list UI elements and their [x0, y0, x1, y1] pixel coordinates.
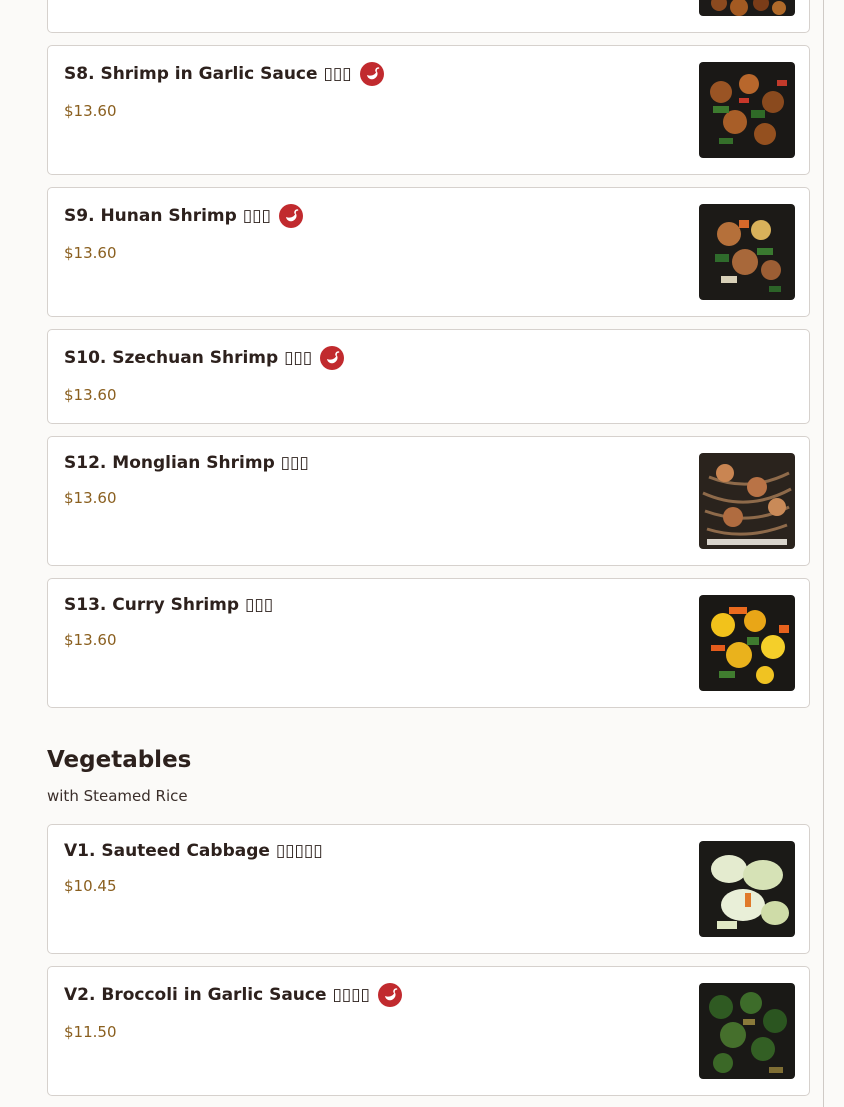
menu-item-price: $13.60	[64, 102, 117, 120]
menu-item-price: $13.60	[64, 244, 117, 262]
menu-item-name: V1. Sauteed Cabbage ▯▯▯▯▯	[64, 841, 323, 861]
menu-item-name-row: S13. Curry Shrimp ▯▯▯	[64, 595, 273, 615]
menu-item-name: S8. Shrimp in Garlic Sauce ▯▯▯	[64, 64, 352, 84]
menu-item-card[interactable]: S8. Shrimp in Garlic Sauce ▯▯▯ $13.60	[47, 45, 810, 175]
food-photo[interactable]	[699, 204, 795, 300]
menu-item-card[interactable]: S13. Curry Shrimp ▯▯▯ $13.60	[47, 578, 810, 708]
menu-item-card[interactable]: V2. Broccoli in Garlic Sauce ▯▯▯▯ $11.50	[47, 966, 810, 1096]
food-photo[interactable]	[699, 453, 795, 549]
menu-item-name-row: S8. Shrimp in Garlic Sauce ▯▯▯	[64, 62, 384, 86]
menu-item-name: S9. Hunan Shrimp ▯▯▯	[64, 206, 271, 226]
chili-pepper-icon	[278, 204, 303, 228]
menu-item-name: S13. Curry Shrimp ▯▯▯	[64, 595, 274, 615]
menu-item-price: $13.60	[64, 631, 117, 649]
food-photo[interactable]	[699, 983, 795, 1079]
menu-item-price: $10.45	[64, 877, 117, 895]
section-title: Vegetables	[47, 747, 192, 773]
section-subtitle: with Steamed Rice	[47, 787, 188, 805]
menu-item-price: $13.60	[64, 489, 117, 507]
menu-item-card-partial[interactable]	[47, 0, 810, 33]
food-photo[interactable]	[699, 62, 795, 158]
food-photo-partial[interactable]	[699, 0, 795, 16]
food-photo[interactable]	[699, 841, 795, 937]
menu-item-card[interactable]: S12. Monglian Shrimp ▯▯▯ $13.60	[47, 436, 810, 566]
menu-item-name-row: S12. Monglian Shrimp ▯▯▯	[64, 453, 309, 473]
food-photo[interactable]	[699, 595, 795, 691]
menu-item-name-row: V2. Broccoli in Garlic Sauce ▯▯▯▯	[64, 983, 402, 1007]
menu-item-name-row: S9. Hunan Shrimp ▯▯▯	[64, 204, 303, 228]
menu-item-card[interactable]: S9. Hunan Shrimp ▯▯▯ $13.60	[47, 187, 810, 317]
menu-item-card[interactable]: V1. Sauteed Cabbage ▯▯▯▯▯ $10.45	[47, 824, 810, 954]
chili-pepper-icon	[359, 62, 384, 86]
menu-item-price: $13.60	[64, 386, 117, 404]
menu-item-card[interactable]: S10. Szechuan Shrimp ▯▯▯ $13.60	[47, 329, 810, 424]
menu-item-name: S10. Szechuan Shrimp ▯▯▯	[64, 348, 313, 368]
page-divider	[823, 0, 824, 1107]
menu-item-name-row: S10. Szechuan Shrimp ▯▯▯	[64, 346, 345, 370]
menu-item-name-row: V1. Sauteed Cabbage ▯▯▯▯▯	[64, 841, 323, 861]
menu-item-name: S12. Monglian Shrimp ▯▯▯	[64, 453, 309, 473]
chili-pepper-icon	[377, 983, 402, 1007]
menu-item-price: $11.50	[64, 1023, 117, 1041]
menu-item-name: V2. Broccoli in Garlic Sauce ▯▯▯▯	[64, 985, 370, 1005]
chili-pepper-icon	[320, 346, 345, 370]
